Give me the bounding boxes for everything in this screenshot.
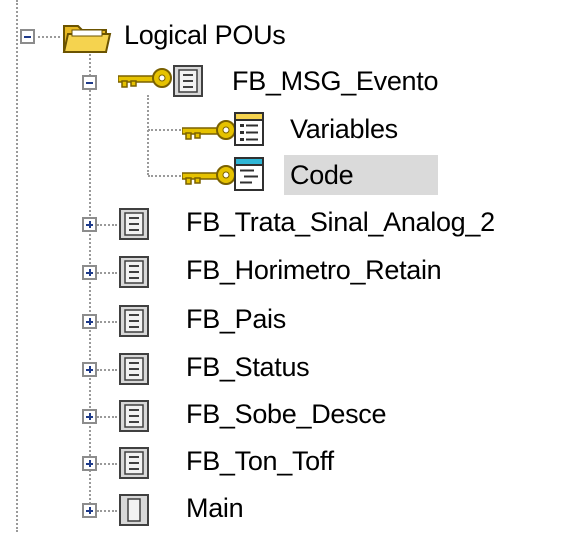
expand-toggle-main[interactable] — [82, 503, 97, 518]
collapse-toggle-fb-msg-evento[interactable] — [82, 75, 97, 90]
tree-node-fb-sobe-desce[interactable]: FB_Sobe_Desce — [0, 393, 562, 439]
folder-open-icon — [62, 25, 112, 53]
tree-node-main[interactable]: Main — [0, 487, 562, 533]
function-block-icon — [119, 400, 149, 432]
function-block-icon — [173, 65, 203, 97]
tree-node-logical-pous[interactable]: Logical POUs — [0, 14, 562, 60]
code-document-icon — [234, 157, 264, 191]
function-block-icon — [119, 208, 149, 240]
function-block-icon — [119, 447, 149, 479]
tree-node-label[interactable]: FB_Sobe_Desce — [180, 397, 392, 431]
tree-node-fb-horimetro-retain[interactable]: FB_Horimetro_Retain — [0, 249, 562, 295]
expand-toggle-fb-status[interactable] — [82, 362, 97, 377]
key-icon — [182, 120, 236, 140]
function-block-icon — [119, 256, 149, 288]
expand-toggle-fb-trata-sinal-analog-2[interactable] — [82, 217, 97, 232]
tree-node-label-selected[interactable]: Code — [284, 155, 438, 195]
key-icon — [118, 68, 172, 88]
program-icon — [119, 494, 149, 526]
tree-node-label[interactable]: Variables — [284, 112, 404, 146]
tree-node-label[interactable]: FB_MSG_Evento — [226, 64, 444, 98]
collapse-toggle-logical-pous[interactable] — [20, 29, 35, 44]
key-icon — [182, 165, 236, 185]
function-block-icon — [119, 353, 149, 385]
tree-node-fb-trata-sinal-analog-2[interactable]: FB_Trata_Sinal_Analog_2 — [0, 201, 562, 247]
tree-node-code[interactable]: Code — [0, 151, 562, 197]
function-block-icon — [119, 305, 149, 337]
variables-document-icon — [234, 112, 264, 146]
expand-toggle-fb-pais[interactable] — [82, 314, 97, 329]
tree-node-label[interactable]: Logical POUs — [118, 18, 291, 52]
expand-toggle-fb-horimetro-retain[interactable] — [82, 265, 97, 280]
tree-node-fb-pais[interactable]: FB_Pais — [0, 298, 562, 344]
tree-node-variables[interactable]: Variables — [0, 106, 562, 152]
expand-toggle-fb-ton-toff[interactable] — [82, 456, 97, 471]
expand-toggle-fb-sobe-desce[interactable] — [82, 409, 97, 424]
tree-node-label[interactable]: Main — [180, 491, 249, 525]
tree-node-fb-ton-toff[interactable]: FB_Ton_Toff — [0, 440, 562, 486]
tree-node-label[interactable]: FB_Horimetro_Retain — [180, 253, 447, 287]
tree-node-label[interactable]: FB_Trata_Sinal_Analog_2 — [180, 205, 501, 239]
tree-node-fb-status[interactable]: FB_Status — [0, 346, 562, 392]
tree-node-fb-msg-evento[interactable]: FB_MSG_Evento — [0, 58, 562, 104]
tree-node-label[interactable]: FB_Pais — [180, 302, 292, 336]
tree-node-label[interactable]: FB_Ton_Toff — [180, 444, 340, 478]
tree-node-label[interactable]: FB_Status — [180, 350, 315, 384]
